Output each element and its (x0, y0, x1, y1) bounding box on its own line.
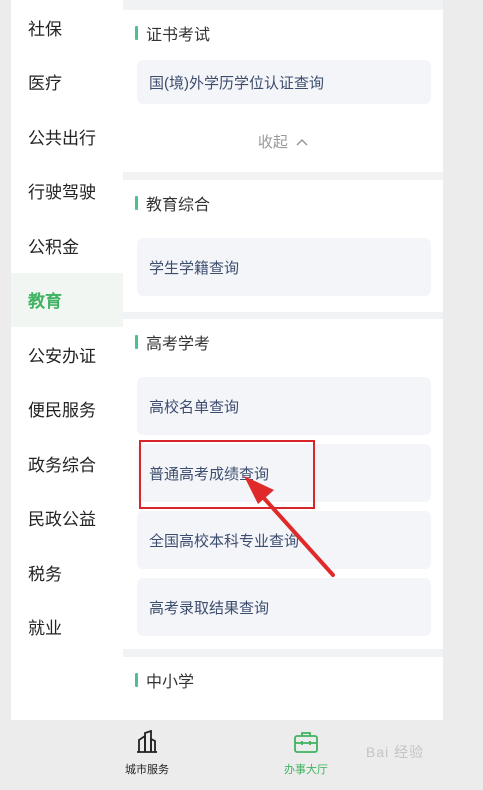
sidebar-item-label: 税务 (28, 564, 62, 584)
sidebar-item-employment[interactable]: 就业 (11, 600, 123, 655)
sidebar-item-public-security[interactable]: 公安办证 (11, 327, 123, 382)
highlight-box (139, 440, 315, 509)
sidebar-item-social-security[interactable]: 社保 (11, 0, 123, 55)
sidebar-item-label: 公安办证 (28, 346, 96, 366)
section-accent-bar (135, 196, 138, 210)
tab-city-services[interactable]: 城市服务 (102, 729, 192, 777)
sidebar-item-label: 社保 (28, 19, 62, 39)
service-content: 证书考试 国(境)外学历学位认证查询 收起 教育综合 学生学籍查询 高考学考 高… (123, 0, 443, 720)
sidebar-item-civil-affairs[interactable]: 民政公益 (11, 491, 123, 546)
sidebar-item-label: 公共出行 (28, 128, 96, 148)
section-title: 中小学 (146, 674, 195, 691)
sidebar-item-label: 医疗 (28, 74, 62, 94)
section-header: 证书考试 (123, 10, 443, 56)
sidebar-item-public-transport[interactable]: 公共出行 (11, 109, 123, 164)
service-item-label: 高考录取结果查询 (149, 599, 270, 617)
section-header: 中小学 (123, 657, 443, 703)
briefcase-icon (293, 730, 319, 759)
category-sidebar: 社保 医疗 公共出行 行驶驾驶 公积金 教育 公安办证 便民服务 政务综合 民政… (11, 0, 123, 720)
sidebar-item-label: 行驶驾驶 (28, 183, 96, 203)
service-item-label: 学生学籍查询 (149, 259, 240, 277)
service-item-student-status[interactable]: 学生学籍查询 (137, 238, 431, 296)
app-frame: 社保 医疗 公共出行 行驶驾驶 公积金 教育 公安办证 便民服务 政务综合 民政… (11, 0, 443, 790)
tab-label: 办事大厅 (284, 764, 328, 776)
sidebar-item-housing-fund[interactable]: 公积金 (11, 218, 123, 273)
service-item-label: 高校名单查询 (149, 398, 240, 416)
sidebar-item-label: 民政公益 (28, 510, 96, 530)
section-accent-bar (135, 335, 138, 349)
section-title: 高考学考 (146, 336, 211, 353)
sidebar-item-government[interactable]: 政务综合 (11, 436, 123, 491)
sidebar-item-label: 教育 (28, 292, 62, 312)
sidebar-item-education[interactable]: 教育 (11, 272, 123, 327)
service-item-undergraduate-majors[interactable]: 全国高校本科专业查询 (137, 511, 431, 569)
watermark: Bai 经验 (366, 744, 425, 760)
section-header: 高考学考 (123, 319, 443, 365)
section-title: 教育综合 (146, 197, 211, 214)
service-item-label: 全国高校本科专业查询 (149, 532, 300, 550)
section-title: 证书考试 (146, 27, 211, 44)
sidebar-item-driving[interactable]: 行驶驾驶 (11, 164, 123, 219)
sidebar-item-tax[interactable]: 税务 (11, 545, 123, 600)
section-school: 中小学 (123, 657, 443, 720)
sidebar-item-label: 政务综合 (28, 455, 96, 475)
section-certificate: 证书考试 国(境)外学历学位认证查询 收起 (123, 10, 443, 172)
sidebar-item-convenience[interactable]: 便民服务 (11, 382, 123, 437)
sidebar-item-medical[interactable]: 医疗 (11, 55, 123, 110)
tab-label: 城市服务 (125, 764, 169, 776)
city-building-icon (134, 729, 160, 759)
section-header: 教育综合 (123, 180, 443, 226)
sidebar-item-label: 公积金 (28, 237, 79, 257)
service-item-university-list[interactable]: 高校名单查询 (137, 377, 431, 435)
collapse-button[interactable]: 收起 (123, 131, 443, 152)
sidebar-item-label: 便民服务 (28, 401, 96, 421)
sidebar-item-label: 就业 (28, 619, 62, 639)
tab-service-hall[interactable]: 办事大厅 (261, 730, 351, 777)
section-accent-bar (135, 673, 138, 687)
service-item-admission-result[interactable]: 高考录取结果查询 (137, 578, 431, 636)
section-education: 教育综合 学生学籍查询 (123, 180, 443, 312)
service-item-label: 国(境)外学历学位认证查询 (149, 74, 324, 92)
section-accent-bar (135, 26, 138, 40)
chevron-up-icon (296, 135, 308, 152)
service-item-overseas-degree[interactable]: 国(境)外学历学位认证查询 (137, 60, 431, 104)
collapse-label: 收起 (257, 134, 288, 151)
